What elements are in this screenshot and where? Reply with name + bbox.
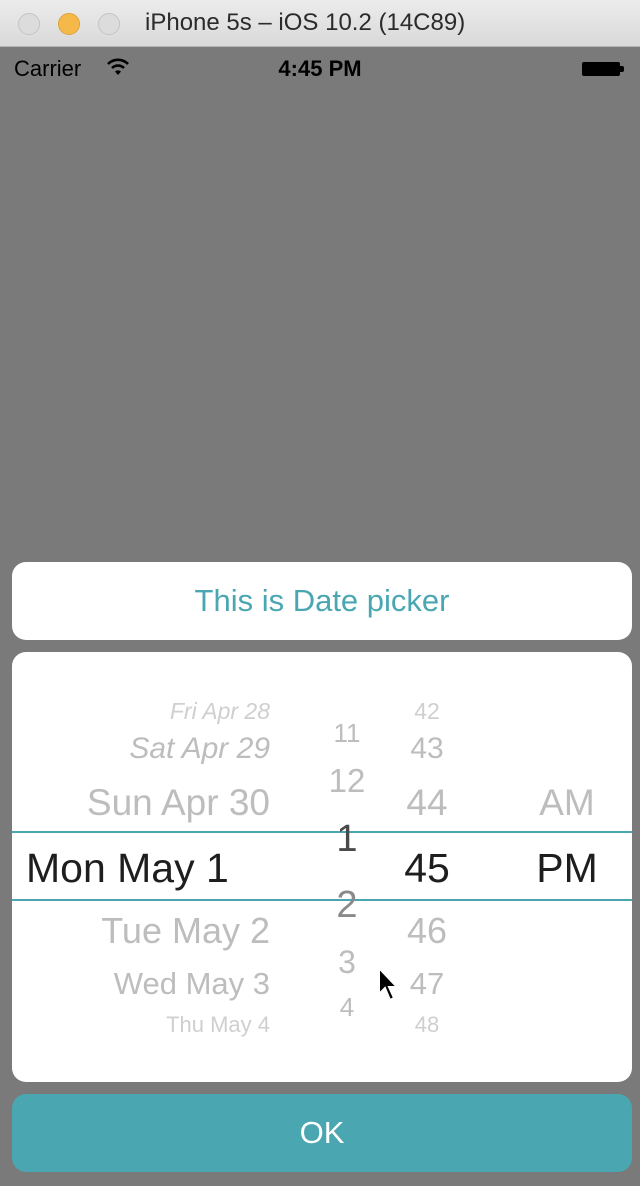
date-column[interactable]: Fri Apr 28 Sat Apr 29 Sun Apr 30 Mon May… <box>12 652 312 1082</box>
minute-option[interactable]: 47 <box>352 966 502 1002</box>
date-option[interactable]: Fri Apr 28 <box>12 698 312 725</box>
minute-option[interactable]: 48 <box>352 1012 502 1038</box>
dialog-title-card: This is Date picker <box>12 562 632 640</box>
date-option-selected[interactable]: Mon May 1 <box>26 845 326 892</box>
ok-button-label: OK <box>299 1115 345 1150</box>
date-picker[interactable]: Fri Apr 28 Sat Apr 29 Sun Apr 30 Mon May… <box>12 652 632 1082</box>
window-title: iPhone 5s – iOS 10.2 (14C89) <box>145 9 466 36</box>
date-option[interactable]: Sun Apr 30 <box>12 782 312 824</box>
battery-icon <box>582 62 624 76</box>
window-minimize-button[interactable] <box>58 13 80 35</box>
minute-option-selected[interactable]: 45 <box>352 845 502 892</box>
minute-option[interactable]: 43 <box>352 732 502 766</box>
date-option[interactable]: Tue May 2 <box>12 910 312 952</box>
minute-option[interactable]: 42 <box>352 698 502 725</box>
dialog-title: This is Date picker <box>194 583 450 618</box>
minute-option[interactable]: 44 <box>352 782 502 824</box>
date-option[interactable]: Thu May 4 <box>12 1012 312 1038</box>
mouse-pointer-icon <box>378 966 400 1002</box>
date-option[interactable]: Wed May 3 <box>12 966 312 1002</box>
minute-option[interactable]: 46 <box>352 910 502 952</box>
window-close-button[interactable] <box>18 13 40 35</box>
status-bar: Carrier 4:45 PM <box>0 48 640 88</box>
ok-button[interactable]: OK <box>12 1094 632 1172</box>
ampm-option[interactable]: AM <box>502 782 632 824</box>
ampm-column[interactable]: AM PM <box>502 652 632 1082</box>
date-option[interactable]: Sat Apr 29 <box>12 732 312 766</box>
simulator-title-bar: iPhone 5s – iOS 10.2 (14C89) <box>0 0 640 47</box>
status-time: 4:45 PM <box>278 56 362 81</box>
window-zoom-button[interactable] <box>98 13 120 35</box>
ampm-option-selected[interactable]: PM <box>502 845 632 892</box>
